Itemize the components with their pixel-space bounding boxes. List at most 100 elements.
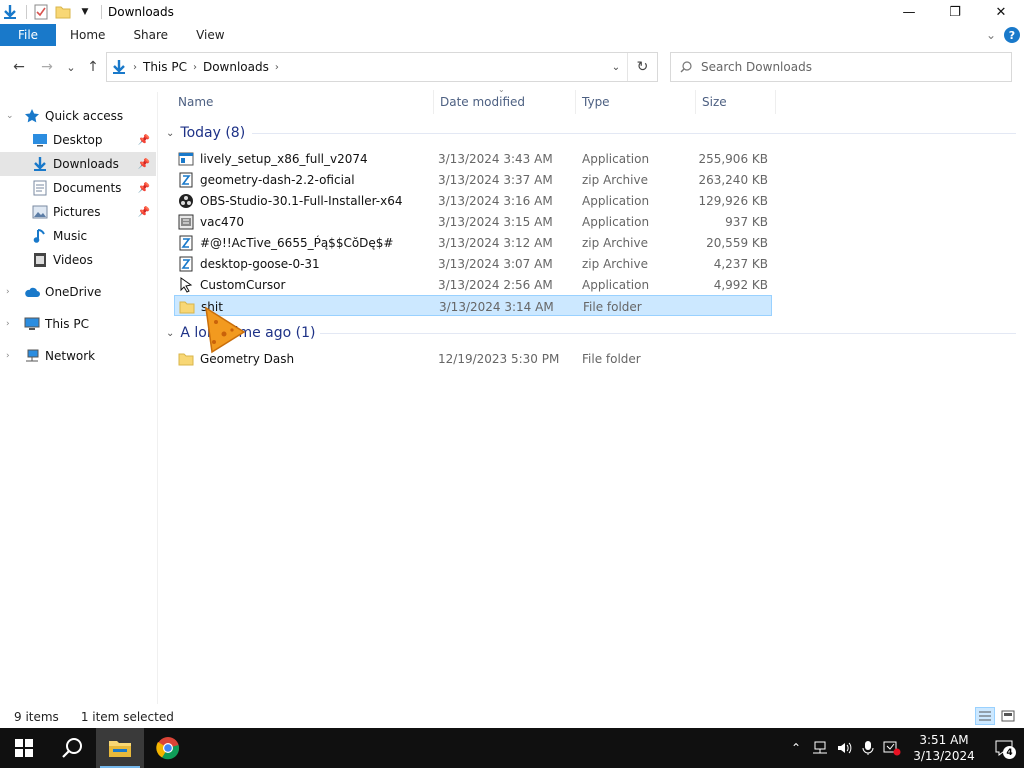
sidebar-item-this-pc[interactable]: › This PC [0, 312, 156, 336]
column-header-type[interactable]: Type [576, 90, 696, 114]
sidebar-item-label: Desktop [53, 133, 103, 147]
file-date: 3/13/2024 3:43 AM [438, 151, 553, 166]
sidebar-item-pictures[interactable]: Pictures 📌 [0, 200, 156, 224]
file-date: 12/19/2023 5:30 PM [438, 351, 560, 366]
breadcrumb-chevron-icon[interactable]: › [193, 62, 197, 73]
recent-locations-button[interactable]: ⌄ [60, 56, 82, 78]
file-size: 4,237 KB [713, 256, 768, 271]
group-header-today[interactable]: ⌄ Today (8) [166, 123, 245, 143]
address-dropdown-icon[interactable]: ⌄ [605, 53, 627, 81]
cursor-app-icon [178, 276, 194, 293]
search-input[interactable] [701, 60, 1001, 74]
search-box[interactable] [670, 52, 1012, 82]
expand-chevron-icon[interactable]: › [6, 319, 10, 329]
search-icon [62, 738, 82, 758]
file-name: desktop-goose-0-31 [200, 256, 320, 271]
details-view-button[interactable] [975, 707, 995, 725]
ribbon: File Home Share View ⌄ ? [0, 24, 1024, 46]
start-button[interactable] [0, 728, 48, 768]
sidebar-item-documents[interactable]: Documents 📌 [0, 176, 156, 200]
expand-chevron-icon[interactable]: › [6, 351, 10, 361]
network-tray-icon[interactable] [808, 728, 832, 768]
search-taskbar-button[interactable] [48, 728, 96, 768]
show-hidden-icons-icon[interactable]: ⌃ [784, 728, 808, 768]
sidebar-item-label: OneDrive [45, 285, 102, 299]
list-item[interactable]: desktop-goose-0-31 3/13/2024 3:07 AM zip… [174, 253, 772, 274]
list-item-selected[interactable]: shit 3/13/2024 3:14 AM File folder [174, 295, 772, 316]
expand-ribbon-icon[interactable]: ⌄ [986, 28, 996, 42]
collapse-chevron-icon[interactable]: ⌄ [166, 128, 174, 139]
list-item[interactable]: OBS-Studio-30.1-Full-Installer-x64 3/13/… [174, 190, 772, 211]
list-item[interactable]: CustomCursor 3/13/2024 2:56 AM Applicati… [174, 274, 772, 295]
sidebar-item-downloads[interactable]: Downloads 📌 [0, 152, 156, 176]
minimize-button[interactable]: — [886, 0, 932, 24]
notification-count-badge: 4 [1003, 746, 1016, 759]
tab-home[interactable]: Home [56, 24, 119, 46]
back-button[interactable]: ← [8, 56, 30, 78]
clock[interactable]: 3:51 AM 3/13/2024 [904, 732, 984, 764]
column-label: Date modified [440, 95, 526, 109]
column-label: Type [582, 95, 610, 109]
breadcrumb-downloads[interactable]: Downloads [203, 60, 269, 74]
zip-icon [178, 256, 194, 272]
sidebar-item-network[interactable]: › Network [0, 344, 156, 368]
column-header-name[interactable]: Name [172, 90, 434, 114]
restore-button[interactable]: ❐ [932, 0, 978, 24]
pin-icon[interactable]: 📌 [138, 183, 150, 194]
file-name: CustomCursor [200, 277, 286, 292]
forward-button[interactable]: → [36, 56, 58, 78]
new-folder-icon[interactable] [55, 4, 71, 20]
file-type: Application [582, 151, 650, 166]
file-date: 3/13/2024 2:56 AM [438, 277, 553, 292]
list-item[interactable]: vac470 3/13/2024 3:15 AM Application 937… [174, 211, 772, 232]
column-header-date[interactable]: Date modified [434, 90, 576, 114]
clock-date: 3/13/2024 [913, 749, 975, 763]
address-bar[interactable]: › This PC › Downloads › ⌄ ↻ [106, 52, 658, 82]
documents-icon [32, 180, 48, 196]
action-center-button[interactable]: 4 [984, 728, 1024, 768]
sidebar-item-quick-access[interactable]: ⌄ Quick access [0, 104, 156, 128]
chrome-taskbar-button[interactable] [144, 728, 192, 768]
pictures-icon [32, 204, 48, 220]
refresh-button[interactable]: ↻ [627, 53, 657, 81]
pin-icon[interactable]: 📌 [138, 207, 150, 218]
volume-icon[interactable] [832, 728, 856, 768]
microphone-icon[interactable] [856, 728, 880, 768]
sidebar-item-onedrive[interactable]: › OneDrive [0, 280, 156, 304]
file-type: File folder [583, 299, 642, 314]
computer-icon [24, 316, 40, 332]
list-item[interactable]: Geometry Dash 12/19/2023 5:30 PM File fo… [174, 348, 772, 369]
close-button[interactable]: ✕ [978, 0, 1024, 24]
breadcrumb-this-pc[interactable]: This PC [143, 60, 187, 74]
file-date: 3/13/2024 3:12 AM [438, 235, 553, 250]
file-date: 3/13/2024 3:07 AM [438, 256, 553, 271]
large-icons-view-button[interactable] [998, 707, 1018, 725]
file-name: #@!!AcTive_6655_Ṕą$$CŏDę$# [200, 235, 394, 250]
column-header-size[interactable]: Size [696, 90, 776, 114]
tab-file[interactable]: File [0, 24, 56, 46]
breadcrumb-chevron-icon[interactable]: › [133, 62, 137, 73]
tab-view[interactable]: View [182, 24, 238, 46]
pin-icon[interactable]: 📌 [138, 135, 150, 146]
up-button[interactable]: ↑ [82, 56, 104, 78]
sidebar-item-music[interactable]: Music [0, 224, 156, 248]
list-item[interactable]: geometry-dash-2.2-oficial 3/13/2024 3:37… [174, 169, 772, 190]
music-icon [32, 228, 48, 244]
videos-icon [32, 252, 48, 268]
help-icon[interactable]: ? [1004, 27, 1020, 43]
navigation-pane: ⌄ Quick access Desktop 📌 Downloads 📌 Doc… [0, 92, 158, 704]
sidebar-item-desktop[interactable]: Desktop 📌 [0, 128, 156, 152]
tab-share[interactable]: Share [119, 24, 182, 46]
security-alert-icon[interactable] [880, 728, 904, 768]
file-explorer-taskbar-button[interactable] [96, 728, 144, 768]
breadcrumb-chevron-icon[interactable]: › [275, 62, 279, 73]
collapse-chevron-icon[interactable]: ⌄ [166, 328, 174, 339]
pin-icon[interactable]: 📌 [138, 159, 150, 170]
properties-icon[interactable] [33, 4, 49, 20]
expand-chevron-icon[interactable]: › [6, 287, 10, 297]
sidebar-item-videos[interactable]: Videos [0, 248, 156, 272]
list-item[interactable]: #@!!AcTive_6655_Ṕą$$CŏDę$# 3/13/2024 3:1… [174, 232, 772, 253]
customize-toolbar-icon[interactable]: ▼ [77, 4, 93, 20]
list-item[interactable]: lively_setup_x86_full_v2074 3/13/2024 3:… [174, 148, 772, 169]
expand-chevron-icon[interactable]: ⌄ [6, 111, 14, 121]
